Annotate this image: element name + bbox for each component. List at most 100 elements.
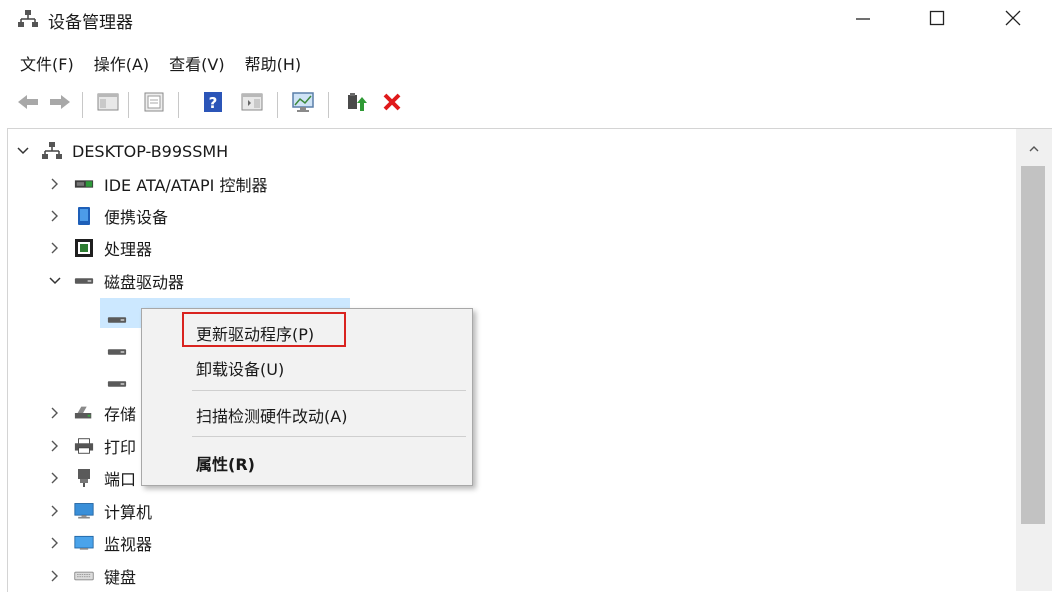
back-button[interactable] — [14, 89, 42, 119]
chevron-down-icon[interactable] — [48, 274, 62, 288]
computer-icon — [74, 502, 94, 520]
chevron-right-icon[interactable] — [48, 209, 62, 223]
scrollbar-thumb[interactable] — [1021, 166, 1045, 524]
storage-controller-icon — [74, 404, 94, 422]
action-pane-button[interactable] — [238, 89, 266, 119]
maximize-button[interactable] — [902, 0, 972, 40]
tree-item-processor[interactable]: 处理器 — [48, 233, 152, 263]
minimize-icon — [854, 9, 872, 31]
context-menu-uninstall-device[interactable]: 卸载设备(U) — [142, 350, 472, 382]
print-queue-icon — [74, 437, 94, 455]
keyboard-icon — [74, 567, 94, 585]
help-icon: ? — [203, 91, 223, 117]
chevron-right-icon[interactable] — [48, 406, 62, 420]
context-menu-item-label: 卸载设备(U) — [196, 360, 285, 379]
menu-bar: 文件(F) 操作(A) 查看(V) 帮助(H) — [0, 50, 311, 80]
tree-item-ide-controller[interactable]: IDE ATA/ATAPI 控制器 — [48, 169, 267, 199]
chevron-right-icon[interactable] — [48, 504, 62, 518]
disk-child-item[interactable] — [107, 305, 137, 335]
update-driver-icon — [345, 91, 367, 117]
show-hide-console-tree-button[interactable] — [94, 89, 122, 119]
tree-item-label: 打印 — [104, 438, 137, 457]
tree-item-monitors[interactable]: 监视器 — [48, 528, 152, 558]
scan-hardware-monitor-icon — [291, 91, 315, 117]
close-icon — [1004, 9, 1022, 31]
tree-item-ports[interactable]: 端口 — [48, 463, 136, 493]
show-hide-console-tree-icon — [97, 92, 119, 116]
monitor-icon — [74, 534, 94, 552]
context-menu-properties[interactable]: 属性(R) — [142, 445, 472, 477]
device-manager-icon — [18, 9, 38, 29]
update-driver-button[interactable] — [342, 89, 370, 119]
tree-root[interactable]: DESKTOP-B99SSMH — [16, 136, 228, 166]
chevron-right-icon[interactable] — [48, 241, 62, 255]
menu-file[interactable]: 文件(F) — [0, 50, 84, 80]
action-pane-icon — [241, 92, 263, 116]
properties-icon — [143, 92, 165, 116]
context-menu-separator — [192, 390, 466, 391]
tree-item-keyboards[interactable]: 键盘 — [48, 561, 136, 591]
chevron-right-icon[interactable] — [48, 177, 62, 191]
disk-child-item[interactable] — [107, 369, 137, 399]
tree-item-label: IDE ATA/ATAPI 控制器 — [104, 176, 268, 195]
tree-item-label: 磁盘驱动器 — [104, 273, 185, 292]
tree-item-computer[interactable]: 计算机 — [48, 496, 152, 526]
processor-icon — [74, 239, 94, 257]
tree-item-label: 处理器 — [104, 240, 153, 259]
tree-item-label: 端口 — [104, 470, 137, 489]
tree-item-print-queues[interactable]: 打印 — [48, 431, 136, 461]
tree-item-portable-devices[interactable]: 便携设备 — [48, 201, 168, 231]
disk-drive-icon — [107, 343, 127, 361]
toolbar-separator — [178, 92, 179, 118]
tree-item-disk-drives[interactable]: 磁盘驱动器 — [48, 266, 184, 296]
chevron-right-icon[interactable] — [48, 439, 62, 453]
scroll-up-button[interactable] — [1016, 137, 1052, 159]
svg-text:?: ? — [209, 94, 218, 112]
minimize-button[interactable] — [828, 0, 898, 40]
tree-item-label: 监视器 — [104, 535, 153, 554]
forward-arrow-icon — [48, 92, 72, 116]
portable-device-icon — [74, 207, 94, 225]
chevron-down-icon[interactable] — [16, 144, 30, 158]
back-arrow-icon — [16, 92, 40, 116]
maximize-icon — [928, 9, 946, 31]
scan-hardware-button[interactable] — [289, 89, 317, 119]
uninstall-x-icon — [381, 91, 403, 117]
toolbar-separator — [128, 92, 129, 118]
chevron-right-icon[interactable] — [48, 536, 62, 550]
computer-network-icon — [42, 142, 62, 160]
chevron-right-icon[interactable] — [48, 569, 62, 583]
tree-item-label: 存储 — [104, 405, 137, 424]
menu-action[interactable]: 操作(A) — [84, 50, 159, 80]
ide-controller-icon — [74, 175, 94, 193]
help-button[interactable]: ? — [199, 89, 227, 119]
port-icon — [74, 469, 94, 487]
tree-item-storage[interactable]: 存储 — [48, 398, 136, 428]
disk-drive-icon — [74, 272, 94, 290]
window-title: 设备管理器 — [48, 13, 133, 33]
toolbar-separator — [277, 92, 278, 118]
menu-help[interactable]: 帮助(H) — [235, 50, 312, 80]
forward-button[interactable] — [46, 89, 74, 119]
tree-root-label: DESKTOP-B99SSMH — [72, 141, 229, 161]
toolbar-separator — [328, 92, 329, 118]
chevron-up-icon — [1028, 139, 1040, 158]
red-highlight-box — [182, 312, 346, 347]
close-button[interactable] — [978, 0, 1048, 40]
context-menu-scan-hardware[interactable]: 扫描检测硬件改动(A) — [142, 397, 472, 429]
disk-drive-icon — [107, 375, 127, 393]
context-menu-separator — [192, 436, 466, 437]
tree-item-label: 计算机 — [104, 503, 153, 522]
uninstall-button[interactable] — [378, 89, 406, 119]
disk-drive-icon — [107, 311, 127, 329]
tree-item-label: 键盘 — [104, 568, 137, 587]
menu-view[interactable]: 查看(V) — [159, 50, 234, 80]
properties-button[interactable] — [140, 89, 168, 119]
toolbar-separator — [82, 92, 83, 118]
chevron-right-icon[interactable] — [48, 471, 62, 485]
context-menu-item-label: 属性(R) — [196, 455, 255, 474]
title-bar: 设备管理器 — [0, 0, 1052, 40]
disk-child-item[interactable] — [107, 337, 137, 367]
context-menu-item-label: 扫描检测硬件改动(A) — [196, 407, 348, 426]
tree-item-label: 便携设备 — [104, 208, 169, 227]
